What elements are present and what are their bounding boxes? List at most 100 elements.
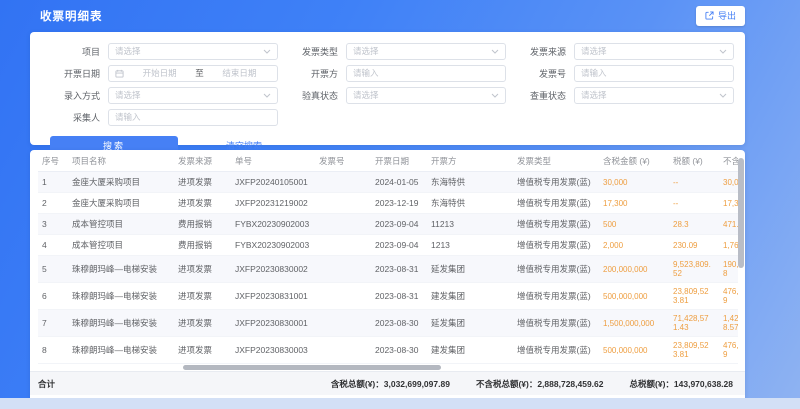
column-header-type: 发票类型 xyxy=(513,150,599,172)
filter-field-verify-status: 验真状态 请选择 xyxy=(278,84,506,106)
cell-invoiceNo xyxy=(315,337,371,364)
cell-party: 东海特供 xyxy=(427,172,513,193)
cell-type: 增值税专用发票(蓝) xyxy=(513,256,599,283)
dup-status-placeholder: 请选择 xyxy=(581,89,607,101)
verify-status-select[interactable]: 请选择 xyxy=(346,87,506,104)
cell-orderNo: FYBX20230902003 xyxy=(231,235,315,256)
cell-index: 1 xyxy=(38,172,68,193)
cell-source: 费用报销 xyxy=(174,235,231,256)
cell-source: 进项发票 xyxy=(174,193,231,214)
cell-project: 金座大厦采购项目 xyxy=(68,193,174,214)
export-label: 导出 xyxy=(718,9,736,22)
cell-invoiceNo xyxy=(315,310,371,337)
table-row[interactable]: 5珠穆朗玛峰—电梯安装进项发票JXFP202308300022023-08-31… xyxy=(38,256,738,283)
invoice-source-label: 发票来源 xyxy=(506,45,574,58)
cell-taxIncluded: 2,000 xyxy=(599,235,669,256)
table-row[interactable]: 1金座大厦采购项目进项发票JXFP202401050012024-01-05东海… xyxy=(38,172,738,193)
entry-method-placeholder: 请选择 xyxy=(115,89,141,101)
export-button[interactable]: 导出 xyxy=(696,6,745,26)
collector-label: 采集人 xyxy=(40,111,108,124)
cell-project: 成本管控项目 xyxy=(68,214,174,235)
filter-field-project: 项目 请选择 xyxy=(40,40,278,62)
table-row[interactable]: 7珠穆朗玛峰—电梯安装进项发票JXFP202308300012023-08-30… xyxy=(38,310,738,337)
date-start-placeholder: 开始日期 xyxy=(128,67,191,79)
horizontal-scrollbar[interactable] xyxy=(38,364,737,371)
cell-invoiceNo xyxy=(315,283,371,310)
table-header-row: 序号项目名称发票来源单号发票号开票日期开票方发票类型含税金额 (¥)税额 (¥)… xyxy=(38,150,738,172)
invoice-type-label: 发票类型 xyxy=(278,45,346,58)
cell-type: 增值税专用发票(蓝) xyxy=(513,337,599,364)
cell-invoiceNo xyxy=(315,214,371,235)
chevron-down-icon xyxy=(263,49,271,54)
cell-index: 8 xyxy=(38,337,68,364)
table-row[interactable]: 8珠穆朗玛峰—电梯安装进项发票JXFP202308300032023-08-30… xyxy=(38,337,738,364)
table-row[interactable]: 4成本管控项目费用报销FYBX202309020032023-09-041213… xyxy=(38,235,738,256)
cell-tax: -- xyxy=(669,193,719,214)
cell-taxExcluded: 476,190,476.19 xyxy=(719,337,738,364)
project-select[interactable]: 请选择 xyxy=(108,43,278,60)
filter-panel: 项目 请选择 发票类型 请选择 发票来源 请选择 开票日期 xyxy=(30,32,745,145)
cell-date: 2023-08-30 xyxy=(371,337,427,364)
vertical-scrollbar-thumb[interactable] xyxy=(738,158,744,268)
cell-invoiceNo xyxy=(315,193,371,214)
cell-taxIncluded: 500 xyxy=(599,214,669,235)
chevron-down-icon xyxy=(719,49,727,54)
cell-date: 2023-08-31 xyxy=(371,256,427,283)
invoice-no-input[interactable] xyxy=(581,68,727,78)
cell-type: 增值税专用发票(蓝) xyxy=(513,283,599,310)
cell-taxIncluded: 17,300 xyxy=(599,193,669,214)
total-tax-excluded-label: 不含税总额(¥)： xyxy=(476,378,537,390)
column-header-invoiceNo: 发票号 xyxy=(315,150,371,172)
totals-row: 合计 含税总额(¥)： 3,032,699,097.89 不含税总额(¥)： 2… xyxy=(30,371,745,395)
cell-index: 2 xyxy=(38,193,68,214)
table-row[interactable]: 3成本管控项目费用报销FYBX202309020032023-09-041121… xyxy=(38,214,738,235)
cell-orderNo: JXFP20230831001 xyxy=(231,283,315,310)
party-input[interactable] xyxy=(353,68,499,78)
collector-input-wrap xyxy=(108,109,278,126)
filter-field-party: 开票方 xyxy=(278,62,506,84)
table-body: 1金座大厦采购项目进项发票JXFP202401050012024-01-05东海… xyxy=(38,172,738,364)
column-header-source: 发票来源 xyxy=(174,150,231,172)
cell-date: 2023-09-04 xyxy=(371,214,427,235)
cell-orderNo: JXFP20230830001 xyxy=(231,310,315,337)
invoice-date-range-picker[interactable]: 开始日期 至 结束日期 xyxy=(108,65,278,82)
cell-project: 金座大厦采购项目 xyxy=(68,172,174,193)
project-label: 项目 xyxy=(40,45,108,58)
invoice-no-label: 发票号 xyxy=(506,67,574,80)
filter-field-invoice-date: 开票日期 开始日期 至 结束日期 xyxy=(40,62,278,84)
cell-orderNo: FYBX20230902003 xyxy=(231,214,315,235)
totals-label: 合计 xyxy=(38,378,55,390)
cell-tax: 23,809,523.81 xyxy=(669,337,719,364)
cell-party: 1213 xyxy=(427,235,513,256)
cell-index: 4 xyxy=(38,235,68,256)
collector-input[interactable] xyxy=(115,112,271,122)
total-tax-included-value: 3,032,699,097.89 xyxy=(384,379,450,389)
invoice-source-select[interactable]: 请选择 xyxy=(574,43,734,60)
background-bottom-strip xyxy=(0,398,800,409)
cell-party: 延发集团 xyxy=(427,310,513,337)
table-row[interactable]: 6珠穆朗玛峰—电梯安装进项发票JXFP202308310012023-08-31… xyxy=(38,283,738,310)
chevron-down-icon xyxy=(263,93,271,98)
cell-tax: -- xyxy=(669,172,719,193)
table-row[interactable]: 2金座大厦采购项目进项发票JXFP202312190022023-12-19东海… xyxy=(38,193,738,214)
dup-status-select[interactable]: 请选择 xyxy=(574,87,734,104)
cell-date: 2024-01-05 xyxy=(371,172,427,193)
entry-method-select[interactable]: 请选择 xyxy=(108,87,278,104)
cell-invoiceNo xyxy=(315,235,371,256)
cell-taxIncluded: 500,000,000 xyxy=(599,337,669,364)
verify-status-placeholder: 请选择 xyxy=(353,89,379,101)
cell-type: 增值税专用发票(蓝) xyxy=(513,172,599,193)
column-header-index: 序号 xyxy=(38,150,68,172)
cell-date: 2023-12-19 xyxy=(371,193,427,214)
horizontal-scrollbar-thumb[interactable] xyxy=(183,365,441,370)
table-scroll-area: 序号项目名称发票来源单号发票号开票日期开票方发票类型含税金额 (¥)税额 (¥)… xyxy=(38,150,738,364)
invoice-date-label: 开票日期 xyxy=(40,67,108,80)
cell-project: 珠穆朗玛峰—电梯安装 xyxy=(68,337,174,364)
filter-field-entry-method: 录入方式 请选择 xyxy=(40,84,278,106)
invoice-type-select[interactable]: 请选择 xyxy=(346,43,506,60)
cell-source: 进项发票 xyxy=(174,256,231,283)
cell-type: 增值税专用发票(蓝) xyxy=(513,193,599,214)
cell-taxIncluded: 500,000,000 xyxy=(599,283,669,310)
column-header-taxExcluded: 不含税金额 (¥) xyxy=(719,150,738,172)
invoice-type-placeholder: 请选择 xyxy=(353,45,379,57)
